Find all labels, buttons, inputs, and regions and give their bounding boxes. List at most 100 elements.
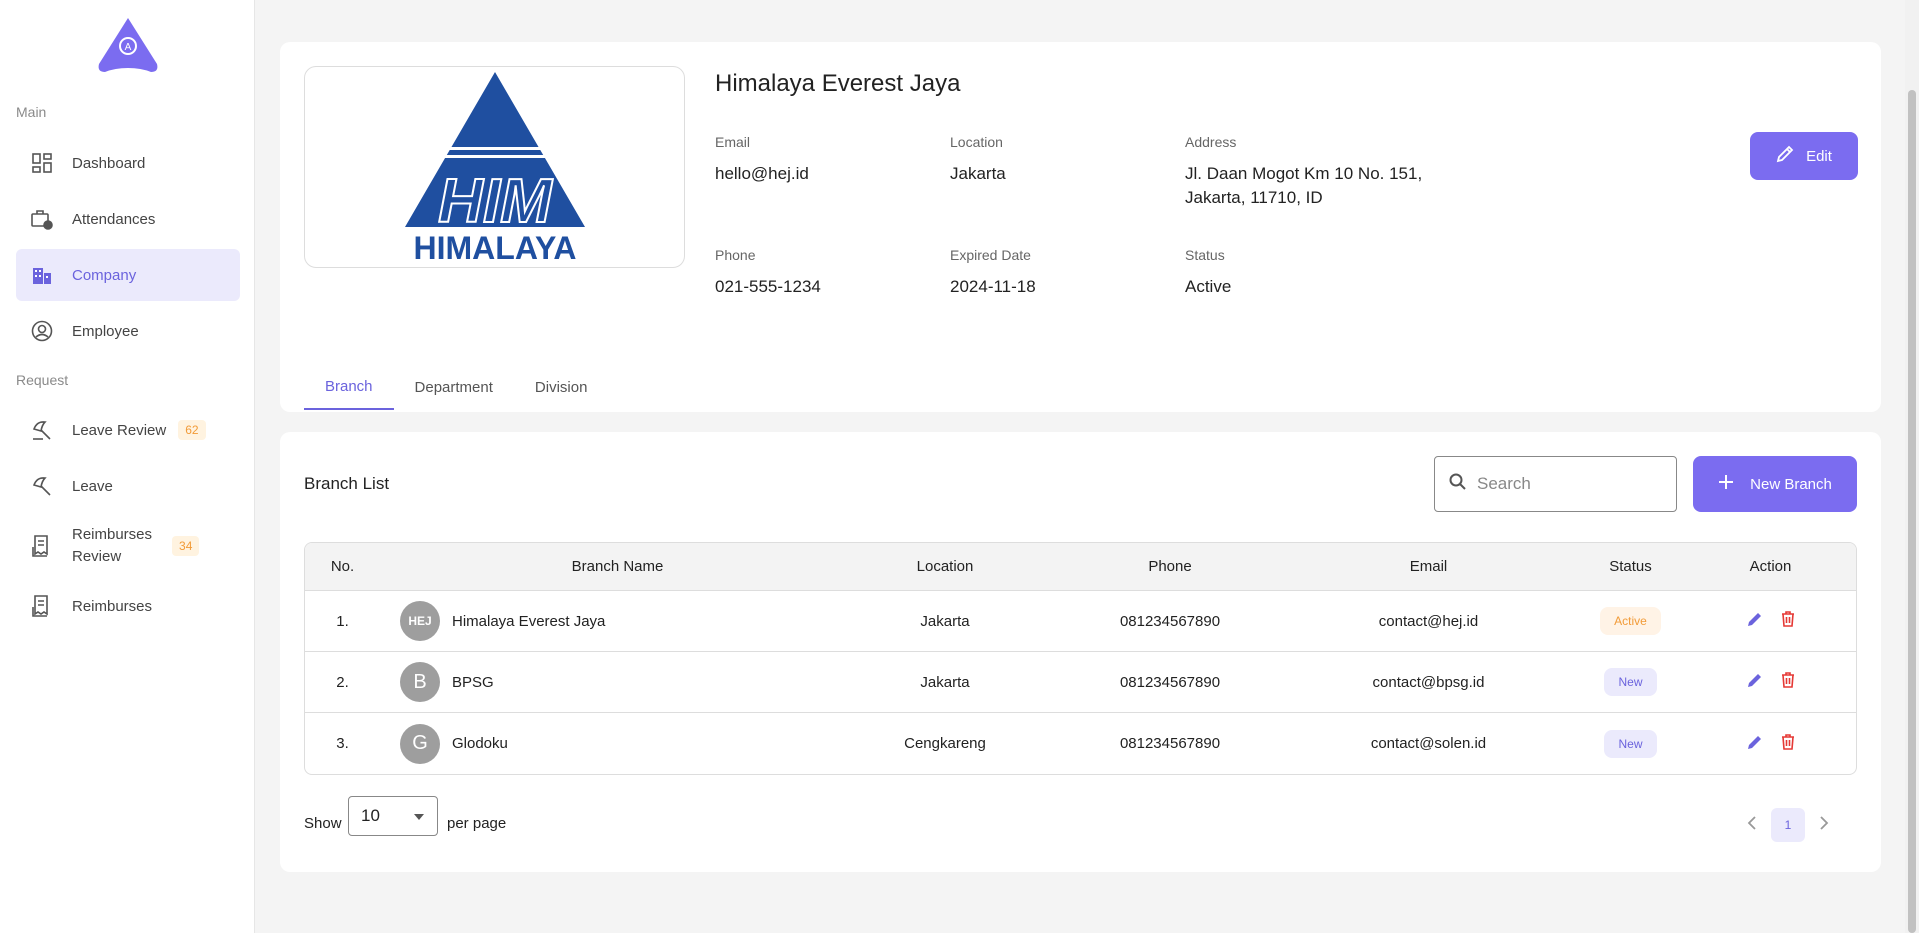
tab-department[interactable]: Department xyxy=(394,364,514,410)
sidebar-item-label: Attendances xyxy=(72,210,156,228)
edit-company-button[interactable]: Edit xyxy=(1750,132,1858,180)
branch-name-cell: HEJ Himalaya Everest Jaya xyxy=(380,601,855,641)
expired-date-value: 2024-11-18 xyxy=(950,277,1036,296)
status-label: Status xyxy=(1185,247,1225,263)
branch-location: Jakarta xyxy=(920,673,970,691)
branch-location: Cengkareng xyxy=(904,735,986,752)
edit-pencil-icon[interactable] xyxy=(1747,734,1763,754)
branch-name: Himalaya Everest Jaya xyxy=(452,612,606,630)
sidebar-item-label: Dashboard xyxy=(72,154,146,172)
sidebar-item-reimburses-review[interactable]: Reimburses Review 34 xyxy=(16,520,240,572)
reimburses-review-count-badge: 34 xyxy=(172,536,200,556)
receipt-icon xyxy=(30,534,54,558)
pencil-icon xyxy=(1776,145,1794,167)
sidebar-item-company[interactable]: Company xyxy=(16,249,240,301)
status-badge: New xyxy=(1604,668,1657,696)
app-logo[interactable]: A xyxy=(95,16,161,74)
branch-phone: 081234567890 xyxy=(1119,612,1221,630)
search-icon xyxy=(1449,473,1467,496)
search-placeholder: Search xyxy=(1477,474,1531,493)
nav-section-request: Request xyxy=(16,372,69,388)
sidebar-item-attendances[interactable]: Attendances xyxy=(16,193,240,245)
branch-list-title: Branch List xyxy=(304,474,390,493)
avatar: G xyxy=(400,723,440,764)
chevron-right-icon[interactable] xyxy=(1819,815,1829,835)
branch-phone: 081234567890 xyxy=(1119,673,1221,691)
branch-name-cell: G Glodoku xyxy=(380,723,855,764)
column-header-action: Action xyxy=(1749,558,1792,575)
phone-value: 021-555-1234 xyxy=(715,277,821,296)
column-header-location[interactable]: Location xyxy=(855,558,1035,575)
search-input[interactable]: Search xyxy=(1434,456,1677,512)
show-label: Show xyxy=(304,815,342,832)
column-header-branch-name[interactable]: Branch Name xyxy=(380,558,855,575)
page-scrollbar[interactable] xyxy=(1905,0,1919,933)
avatar: B xyxy=(400,662,440,702)
column-header-no[interactable]: No. xyxy=(305,558,380,575)
scrollbar-thumb[interactable] xyxy=(1908,90,1916,933)
plus-icon xyxy=(1718,474,1734,494)
chevron-left-icon[interactable] xyxy=(1747,815,1757,835)
pagination: 1 xyxy=(1747,808,1829,842)
column-header-status[interactable]: Status xyxy=(1552,558,1709,575)
email-value: hello@hej.id xyxy=(715,164,809,183)
user-circle-icon xyxy=(30,319,54,343)
email-label: Email xyxy=(715,134,751,150)
building-icon xyxy=(30,263,54,287)
location-label: Location xyxy=(950,134,1003,150)
row-number: 2. xyxy=(336,673,349,691)
sidebar-item-label: Reimburses Review xyxy=(72,526,153,565)
branch-phone: 081234567890 xyxy=(1119,735,1221,752)
sidebar-item-dashboard[interactable]: Dashboard xyxy=(16,137,240,189)
company-logo-wordmark: HIMALAYA xyxy=(413,230,576,262)
page-button-current[interactable]: 1 xyxy=(1771,808,1805,842)
branch-email: contact@solen.id xyxy=(1370,735,1487,752)
address-value: Jl. Daan Mogot Km 10 No. 151, Jakarta, 1… xyxy=(1185,164,1423,207)
per-page-select[interactable]: 10 xyxy=(348,796,438,836)
edit-pencil-icon[interactable] xyxy=(1747,611,1763,631)
delete-trash-icon[interactable] xyxy=(1781,611,1795,631)
sidebar-item-employee[interactable]: Employee xyxy=(16,305,240,357)
status-value: Active xyxy=(1185,277,1232,296)
leave-review-count-badge: 62 xyxy=(178,420,206,440)
phone-label: Phone xyxy=(715,247,756,263)
table-row[interactable]: 3. G Glodoku Cengkareng 081234567890 con… xyxy=(305,713,1856,774)
company-logo: HIM HIMALAYA xyxy=(304,66,685,268)
tab-division[interactable]: Division xyxy=(514,364,609,410)
status-badge: Active xyxy=(1600,607,1661,635)
delete-trash-icon[interactable] xyxy=(1781,672,1795,692)
sidebar: A Main Dashboard Attendances Company Emp… xyxy=(0,0,255,933)
svg-text:A: A xyxy=(125,42,132,53)
sidebar-item-label: Leave xyxy=(72,477,113,495)
row-number: 1. xyxy=(336,612,349,630)
sidebar-item-leave[interactable]: Leave xyxy=(16,460,240,512)
row-number: 3. xyxy=(336,735,349,752)
receipt-icon xyxy=(30,594,54,618)
company-logo-mark: HIM xyxy=(438,167,553,236)
table-row[interactable]: 1. HEJ Himalaya Everest Jaya Jakarta 081… xyxy=(305,591,1856,652)
new-branch-button[interactable]: New Branch xyxy=(1693,456,1857,512)
column-header-phone[interactable]: Phone xyxy=(1035,558,1305,575)
sidebar-item-label: Reimburses xyxy=(72,597,153,615)
branch-name: BPSG xyxy=(452,673,494,691)
caret-down-icon xyxy=(413,806,425,826)
sidebar-item-reimburses[interactable]: Reimburses xyxy=(16,580,240,632)
company-profile-card: HIM HIMALAYA Himalaya Everest Jaya Email… xyxy=(280,42,1881,412)
delete-trash-icon[interactable] xyxy=(1781,733,1795,754)
branch-email: contact@hej.id xyxy=(1378,612,1479,630)
edit-pencil-icon[interactable] xyxy=(1747,672,1763,692)
beach-umbrella-icon xyxy=(30,474,54,498)
sidebar-item-label: Employee xyxy=(72,322,139,340)
sidebar-item-label: Company xyxy=(72,266,137,284)
column-header-email[interactable]: Email xyxy=(1305,558,1552,575)
expired-date-label: Expired Date xyxy=(950,247,1031,263)
nav-section-main: Main xyxy=(16,104,47,120)
tab-branch[interactable]: Branch xyxy=(304,364,394,410)
row-actions xyxy=(1709,672,1832,692)
address-label: Address xyxy=(1185,134,1237,150)
table-header: No. Branch Name Location Phone Email Sta… xyxy=(305,543,1856,591)
sidebar-item-leave-review[interactable]: Leave Review 62 xyxy=(16,404,240,456)
table-row[interactable]: 2. B BPSG Jakarta 081234567890 contact@b… xyxy=(305,652,1856,713)
sidebar-item-label: Leave Review xyxy=(72,421,167,439)
company-tabs: Branch Department Division xyxy=(304,364,608,412)
